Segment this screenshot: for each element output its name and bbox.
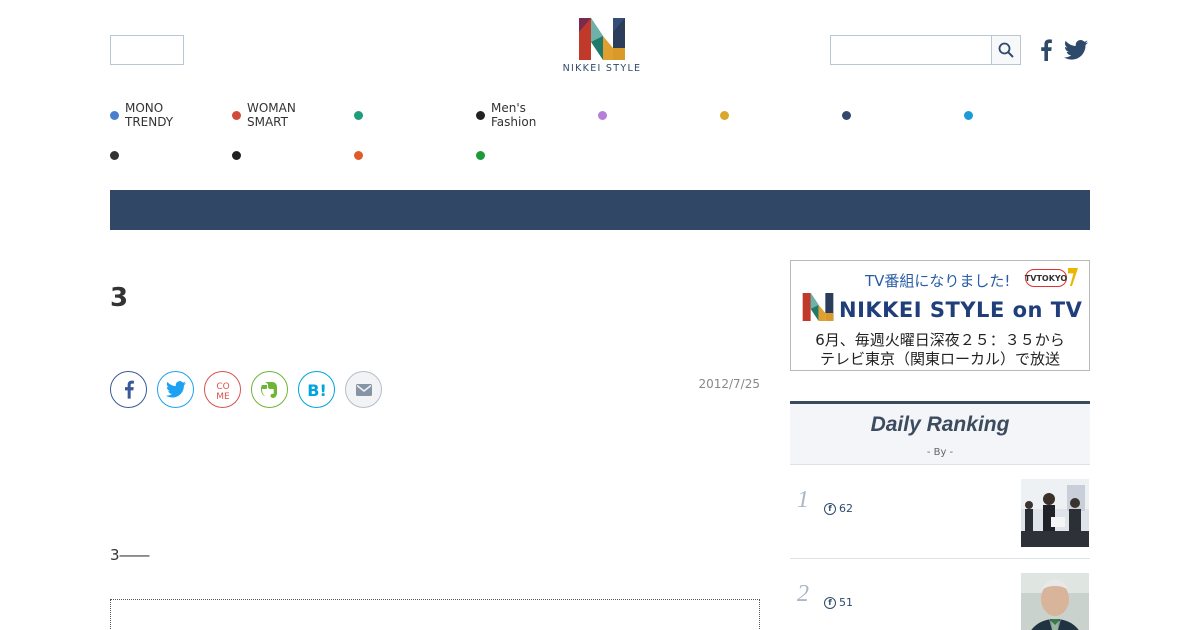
category-dot-icon [110, 150, 119, 160]
evernote-icon [260, 381, 277, 398]
hatena-bookmark-icon: B! [307, 381, 327, 399]
tv-banner-title: NIKKEI STYLE on TV [839, 298, 1083, 322]
category-dot-icon [476, 150, 485, 160]
category-item[interactable] [720, 101, 735, 129]
press-conference-photo [1021, 479, 1089, 547]
svg-text:B!: B! [307, 381, 327, 399]
category-item[interactable] [354, 101, 369, 129]
category-dot-icon [354, 150, 363, 160]
category-label: MONO TRENDY [125, 101, 174, 129]
category-label: WOMAN SMART [247, 101, 296, 129]
category-item[interactable] [842, 101, 857, 129]
category-item[interactable] [476, 141, 491, 169]
come-icon: CO ME [216, 382, 230, 401]
main-nav-bar[interactable] [110, 190, 1090, 230]
login-button[interactable] [110, 35, 184, 65]
share-hatena-button[interactable]: B! [298, 371, 335, 408]
category-item[interactable] [232, 141, 247, 169]
article-lead-text: 3―― [110, 546, 150, 564]
category-dot-icon [476, 110, 485, 120]
tv-banner-broadcast: テレビ東京（関東ローカル）で放送 [819, 350, 1060, 368]
twitter-icon [1064, 40, 1088, 60]
search-input[interactable] [830, 35, 992, 65]
category-dot-icon [232, 150, 241, 160]
svg-text:ME: ME [216, 392, 230, 401]
category-item[interactable]: WOMAN SMART [232, 101, 296, 129]
search-icon [998, 42, 1014, 58]
category-dot-icon [232, 110, 241, 120]
share-count: 62 [839, 502, 853, 515]
category-dot-icon [110, 110, 119, 120]
ranking-number: 1 [797, 487, 809, 513]
ranking-item[interactable]: 2 f 51 [790, 559, 1090, 630]
facebook-icon [1041, 39, 1052, 61]
tv-banner-headline: TV番組になりました! [865, 272, 1011, 290]
category-dot-icon [354, 110, 363, 120]
category-item[interactable] [110, 141, 125, 169]
logo-text: NIKKEI STYLE [562, 63, 642, 74]
ranking-thumbnail[interactable] [1021, 479, 1089, 547]
ranking-number: 2 [797, 581, 809, 607]
category-item[interactable] [598, 101, 613, 129]
facebook-share-count: f 62 [824, 502, 853, 515]
article-date: 2012/7/25 [698, 377, 760, 391]
facebook-icon: f [824, 596, 836, 609]
mail-icon [355, 383, 372, 396]
share-come-button[interactable]: CO ME [204, 371, 241, 408]
article-title: 3 [110, 283, 129, 313]
facebook-share-count: f 51 [824, 596, 853, 609]
category-dot-icon [842, 110, 851, 120]
logo-mark-icon [579, 18, 625, 60]
tv-banner[interactable]: TV番組になりました! TVTOKYO NIKKEI STYLE on TV 6… [790, 260, 1090, 371]
category-label: Men's Fashion [491, 101, 537, 129]
tv-tokyo-mark-icon [1068, 268, 1078, 286]
facebook-link[interactable] [1036, 37, 1056, 63]
share-twitter-button[interactable] [157, 371, 194, 408]
category-item[interactable] [964, 101, 979, 129]
portrait-photo [1021, 573, 1089, 630]
share-facebook-button[interactable] [110, 371, 147, 408]
tv-banner-schedule: 6月、毎週火曜日深夜２５：３５から [815, 331, 1065, 349]
facebook-icon [124, 380, 134, 399]
ranking-thumbnail[interactable] [1021, 573, 1089, 630]
twitter-icon [165, 381, 186, 398]
share-mail-button[interactable] [345, 371, 382, 408]
svg-text:CO: CO [216, 382, 229, 392]
ranking-title: Daily Ranking [870, 413, 1010, 436]
quote-box [110, 599, 760, 630]
category-dot-icon [598, 110, 607, 120]
logo-mark-icon [802, 293, 834, 321]
twitter-link[interactable] [1063, 38, 1089, 62]
category-dot-icon [964, 110, 973, 120]
nikkei-style-logo[interactable]: NIKKEI STYLE [556, 18, 648, 84]
ranking-subtitle: - By - [926, 447, 954, 458]
facebook-icon: f [824, 502, 836, 515]
category-dot-icon [720, 110, 729, 120]
category-item[interactable]: Men's Fashion [476, 101, 536, 129]
search-button[interactable] [991, 35, 1021, 65]
ranking-item[interactable]: 1 f 62 [790, 465, 1090, 559]
ranking-header: Daily Ranking - By - [790, 401, 1090, 465]
category-item[interactable]: MONO TRENDY [110, 101, 173, 129]
tv-tokyo-badge: TVTOKYO [1025, 269, 1067, 287]
share-evernote-button[interactable] [251, 371, 288, 408]
share-count: 51 [839, 596, 853, 609]
category-item[interactable] [354, 141, 369, 169]
